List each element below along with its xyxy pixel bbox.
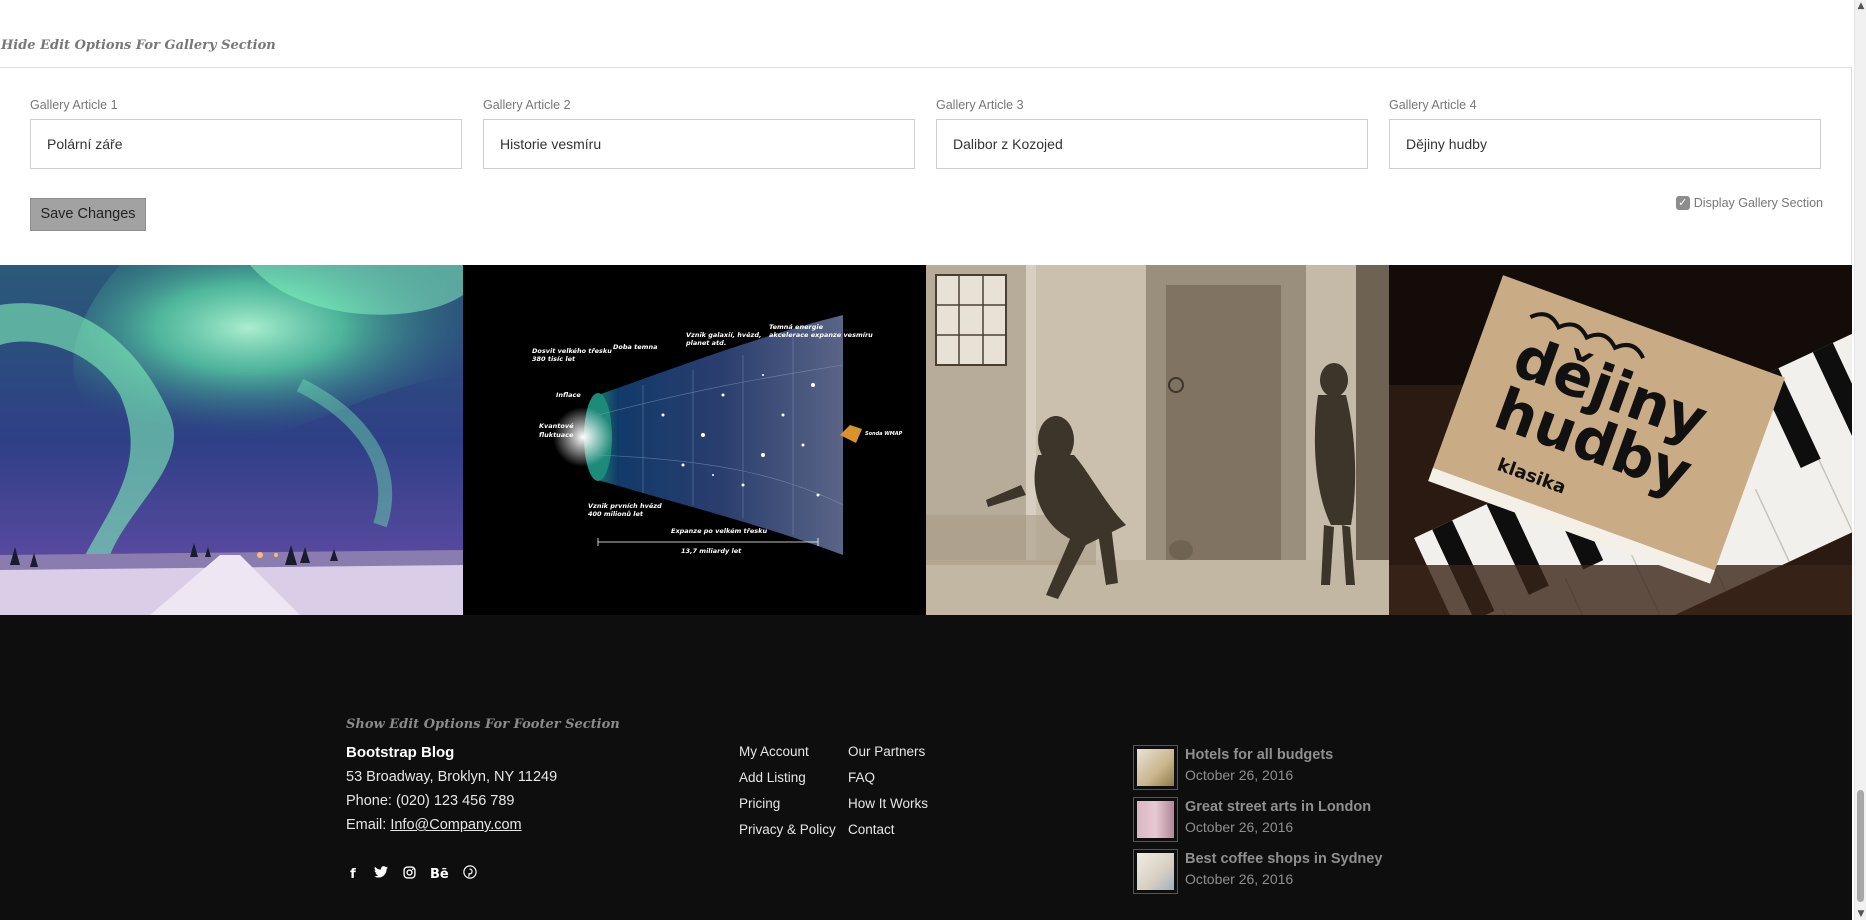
twitter-icon[interactable]	[374, 866, 388, 882]
gallery-image-dejiny-hudby[interactable]: dějiny hudby klasika	[1389, 265, 1852, 615]
footer-links-col1: My Account Add Listing Pricing Privacy &…	[739, 744, 836, 848]
universe-diagram: Dosvit velkého třesku 380 tisíc let Doba…	[463, 265, 926, 615]
dalibor-engraving	[926, 265, 1389, 615]
post-date: October 26, 2016	[1185, 819, 1294, 835]
gallery-article-3-input[interactable]: Dalibor z Kozojed	[936, 119, 1368, 169]
post-thumbnail[interactable]	[1133, 745, 1178, 790]
label-380: 380 tisíc let	[532, 355, 576, 363]
page: Hide Edit Options For Gallery Section Ga…	[0, 0, 1852, 920]
footer-link-add-listing[interactable]: Add Listing	[739, 770, 836, 786]
show-footer-edit-toggle[interactable]: Show Edit Options For Footer Section	[346, 717, 620, 732]
gallery-article-4-label: Gallery Article 4	[1389, 98, 1477, 112]
footer-link-partners[interactable]: Our Partners	[848, 744, 928, 760]
label-inflace: Inflace	[556, 391, 581, 399]
footer: Show Edit Options For Footer Section Boo…	[0, 615, 1852, 920]
scroll-down-icon[interactable]: ▼	[1855, 908, 1866, 920]
instagram-icon[interactable]	[402, 865, 416, 883]
piano-book-photo: dějiny hudby klasika	[1389, 265, 1852, 615]
post-thumbnail[interactable]	[1133, 849, 1178, 894]
scroll-up-icon[interactable]: ▲	[1855, 0, 1866, 12]
recent-post[interactable]: Hotels for all budgets October 26, 2016	[1133, 745, 1382, 797]
gallery-image-universe[interactable]: Dosvit velkého třesku 380 tisíc let Doba…	[463, 265, 926, 615]
post-date: October 26, 2016	[1185, 767, 1294, 783]
label-planet: planet atd.	[685, 339, 726, 347]
label-temna-energie: Temná energie	[769, 323, 824, 331]
label-fluktuace: fluktuace	[539, 431, 574, 439]
gallery-article-4-input[interactable]: Dějiny hudby	[1389, 119, 1821, 169]
gallery-section: Dosvit velkého třesku 380 tisíc let Doba…	[0, 265, 1852, 615]
behance-icon[interactable]: Bē	[430, 867, 449, 882]
label-13-7: 13,7 miliardy let	[681, 547, 742, 555]
post-date: October 26, 2016	[1185, 871, 1294, 887]
footer-email-line: Email: Info@Company.com	[346, 817, 557, 833]
gallery-edit-panel: Gallery Article 1 Polární záře Gallery A…	[0, 67, 1852, 265]
gallery-image-dalibor[interactable]	[926, 265, 1389, 615]
gallery-article-3-label: Gallery Article 3	[936, 98, 1024, 112]
post-title[interactable]: Hotels for all budgets	[1185, 747, 1333, 763]
gallery-article-1-label: Gallery Article 1	[30, 98, 118, 112]
label-doba-temna: Doba temna	[613, 343, 657, 351]
recent-post[interactable]: Great street arts in London October 26, …	[1133, 797, 1382, 849]
label-vznik-galaxii: Vznik galaxií, hvězd,	[686, 331, 761, 339]
footer-address: 53 Broadway, Broklyn, NY 11249	[346, 769, 558, 785]
checkbox-checked-icon[interactable]: ✓	[1675, 196, 1690, 210]
footer-link-privacy[interactable]: Privacy & Policy	[739, 822, 836, 838]
gallery-article-4-field: Gallery Article 4 Dějiny hudby	[1389, 98, 1821, 169]
post-thumbnail[interactable]	[1133, 797, 1178, 842]
label-expanze: Expanze po velkém třesku	[671, 527, 767, 535]
footer-link-my-account[interactable]: My Account	[739, 744, 836, 760]
gallery-article-2-field: Gallery Article 2 Historie vesmíru	[483, 98, 915, 169]
footer-phone: Phone: (020) 123 456 789	[346, 793, 515, 809]
social-links: f Bē	[346, 865, 477, 883]
footer-recent-posts: Hotels for all budgets October 26, 2016 …	[1133, 745, 1382, 901]
footer-link-pricing[interactable]: Pricing	[739, 796, 836, 812]
footer-link-faq[interactable]: FAQ	[848, 770, 928, 786]
gallery-article-2-label: Gallery Article 2	[483, 98, 571, 112]
label-wmap: Sonda WMAP	[865, 431, 903, 437]
display-gallery-toggle[interactable]: ✓ Display Gallery Section	[1675, 196, 1823, 210]
gallery-image-aurora[interactable]	[0, 265, 463, 615]
gallery-article-3-field: Gallery Article 3 Dalibor z Kozojed	[936, 98, 1368, 169]
footer-link-contact[interactable]: Contact	[848, 822, 928, 838]
display-gallery-label: Display Gallery Section	[1693, 196, 1823, 210]
footer-brand: Bootstrap Blog	[346, 744, 455, 761]
post-title[interactable]: Great street arts in London	[1185, 799, 1371, 815]
hide-gallery-edit-toggle[interactable]: Hide Edit Options For Gallery Section	[1, 38, 276, 53]
footer-links-col2: Our Partners FAQ How It Works Contact	[848, 744, 928, 848]
label-kvantove: Kvantové	[539, 422, 574, 430]
scrollbar-thumb[interactable]	[1857, 790, 1864, 902]
facebook-icon[interactable]: f	[346, 867, 360, 882]
page-scrollbar[interactable]: ▲ ▼	[1854, 0, 1866, 920]
gallery-article-2-input[interactable]: Historie vesmíru	[483, 119, 915, 169]
label-prvni-hvezdy: Vznik prvních hvězd	[588, 502, 662, 510]
post-title[interactable]: Best coffee shops in Sydney	[1185, 851, 1382, 867]
gallery-article-1-field: Gallery Article 1 Polární záře	[30, 98, 462, 169]
save-changes-button[interactable]: Save Changes	[30, 198, 146, 231]
footer-link-how-it-works[interactable]: How It Works	[848, 796, 928, 812]
label-akcelerace: akcelerace expanze vesmíru	[769, 331, 873, 339]
email-link[interactable]: Info@Company.com	[390, 817, 521, 833]
gallery-article-1-input[interactable]: Polární záře	[30, 119, 462, 169]
pinterest-icon[interactable]	[463, 865, 477, 883]
label-400: 400 milionů let	[588, 509, 644, 518]
recent-post[interactable]: Best coffee shops in Sydney October 26, …	[1133, 849, 1382, 901]
email-prefix: Email:	[346, 817, 391, 833]
label-dosvit: Dosvit velkého třesku	[532, 347, 612, 355]
footer-contact: Bootstrap Blog 53 Broadway, Broklyn, NY …	[346, 744, 557, 841]
aurora-illustration	[0, 265, 463, 615]
